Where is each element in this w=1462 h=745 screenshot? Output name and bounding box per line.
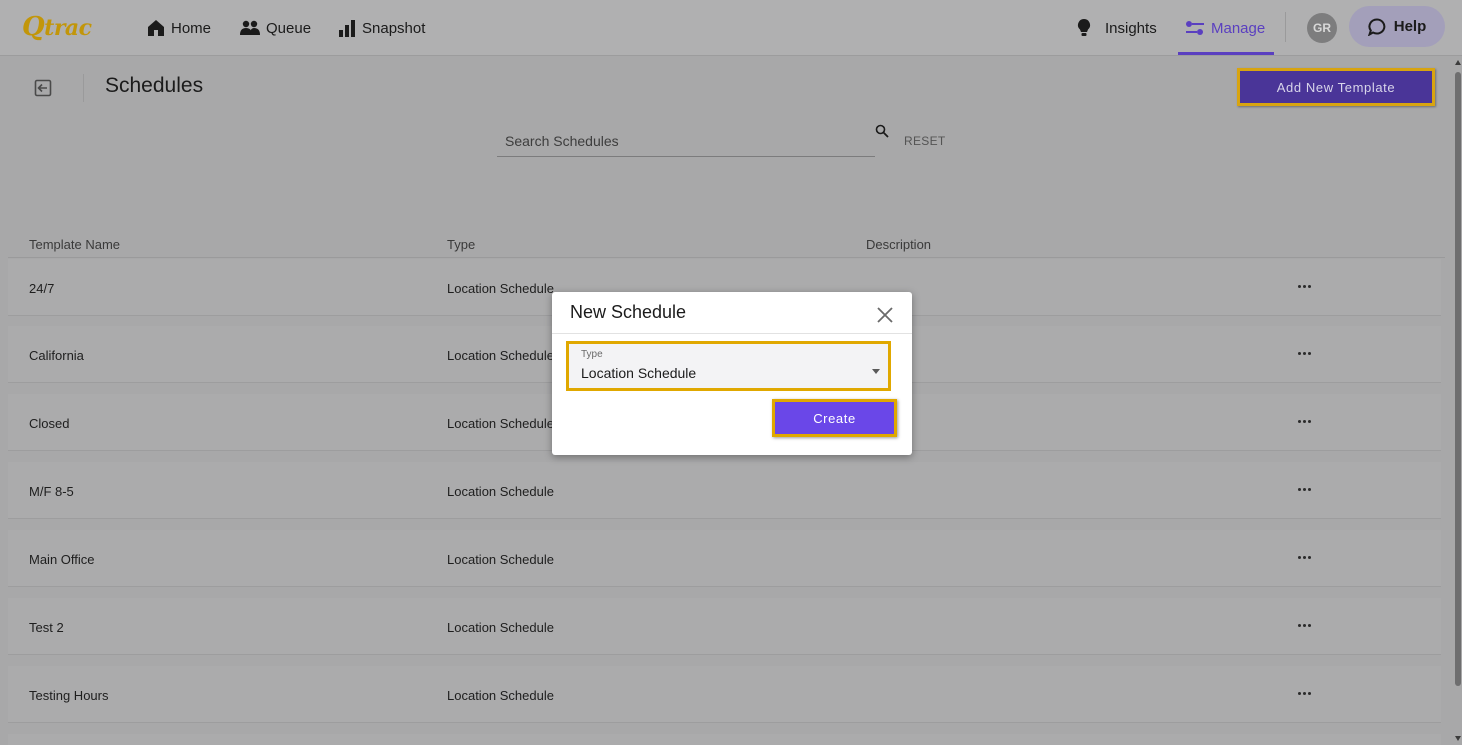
type-select[interactable]: Type Location Schedule (566, 341, 891, 391)
search-icon[interactable] (875, 124, 889, 138)
table-row[interactable]: Testing Hours Location Schedule (8, 666, 1441, 723)
search-input[interactable] (505, 133, 845, 149)
avatar[interactable]: GR (1307, 13, 1337, 43)
column-header-type[interactable]: Type (447, 237, 475, 252)
help-label: Help (1393, 18, 1427, 35)
home-icon (148, 20, 164, 36)
template-name-cell: Closed (29, 416, 70, 431)
more-options-icon[interactable] (1292, 686, 1316, 700)
table-row[interactable]: Main Office Location Schedule (8, 530, 1441, 587)
template-name-cell: California (29, 348, 84, 363)
table-row[interactable] (8, 734, 1441, 745)
table-header-divider (8, 257, 1445, 258)
nav-queue-label: Queue (266, 19, 312, 37)
scroll-down-arrow-icon[interactable] (1455, 736, 1461, 741)
chat-bubble-icon (1367, 17, 1386, 36)
type-cell: Location Schedule (447, 688, 554, 703)
more-options-icon[interactable] (1292, 279, 1316, 293)
help-button[interactable]: Help (1349, 6, 1445, 47)
nav-manage[interactable]: Manage (1185, 16, 1265, 40)
nav-queue[interactable]: Queue (240, 16, 311, 40)
active-tab-indicator (1178, 52, 1274, 55)
type-cell: Location Schedule (447, 484, 554, 499)
more-options-icon[interactable] (1292, 550, 1316, 564)
table-row[interactable]: M/F 8-5 Location Schedule (8, 462, 1441, 519)
nav-home-label: Home (171, 19, 212, 37)
lightbulb-icon (1077, 19, 1091, 36)
template-name-cell: M/F 8-5 (29, 484, 74, 499)
nav-divider (1285, 12, 1286, 42)
reset-button[interactable]: RESET (904, 134, 946, 148)
more-options-icon[interactable] (1292, 414, 1316, 428)
search-field[interactable] (497, 126, 875, 157)
column-header-description[interactable]: Description (866, 237, 931, 252)
bar-chart-icon (339, 20, 355, 37)
exit-back-icon[interactable] (34, 79, 52, 97)
header-divider (83, 74, 84, 102)
page-title: Schedules (105, 74, 204, 97)
type-cell: Location Schedule (447, 348, 554, 363)
more-options-icon[interactable] (1292, 346, 1316, 360)
more-options-icon[interactable] (1292, 618, 1316, 632)
sliders-icon (1186, 21, 1204, 35)
dropdown-caret-icon[interactable] (872, 369, 880, 374)
qtrac-logo[interactable]: Qtrac (22, 12, 92, 42)
close-icon[interactable] (876, 306, 894, 324)
nav-insights[interactable]: Insights (1077, 16, 1157, 40)
new-schedule-dialog: New Schedule Type Location Schedule Crea… (552, 292, 912, 455)
scroll-up-arrow-icon[interactable] (1455, 60, 1461, 65)
add-new-template-button[interactable]: Add New Template (1237, 68, 1435, 106)
dialog-title: New Schedule (570, 302, 687, 322)
dialog-divider (552, 333, 912, 334)
type-selected-value: Location Schedule (581, 365, 697, 381)
more-options-icon[interactable] (1292, 482, 1316, 496)
type-cell: Location Schedule (447, 281, 554, 296)
nav-manage-label: Manage (1211, 19, 1266, 37)
create-button[interactable]: Create (772, 399, 897, 437)
type-cell: Location Schedule (447, 552, 554, 567)
template-name-cell: Main Office (29, 552, 95, 567)
nav-insights-label: Insights (1105, 19, 1157, 37)
people-icon (240, 20, 260, 35)
nav-snapshot[interactable]: Snapshot (338, 16, 425, 40)
nav-home[interactable]: Home (147, 16, 211, 40)
type-cell: Location Schedule (447, 620, 554, 635)
template-name-cell: 24/7 (29, 281, 55, 296)
type-label: Type (581, 349, 603, 360)
table-row[interactable]: Test 2 Location Schedule (8, 598, 1441, 655)
type-cell: Location Schedule (447, 416, 554, 431)
top-nav: Qtrac Home Queue Snapshot Insights Manag… (0, 0, 1462, 56)
nav-snapshot-label: Snapshot (362, 19, 426, 37)
scrollbar-thumb[interactable] (1455, 72, 1461, 686)
template-name-cell: Testing Hours (29, 688, 109, 703)
template-name-cell: Test 2 (29, 620, 64, 635)
column-header-template-name[interactable]: Template Name (29, 237, 120, 252)
